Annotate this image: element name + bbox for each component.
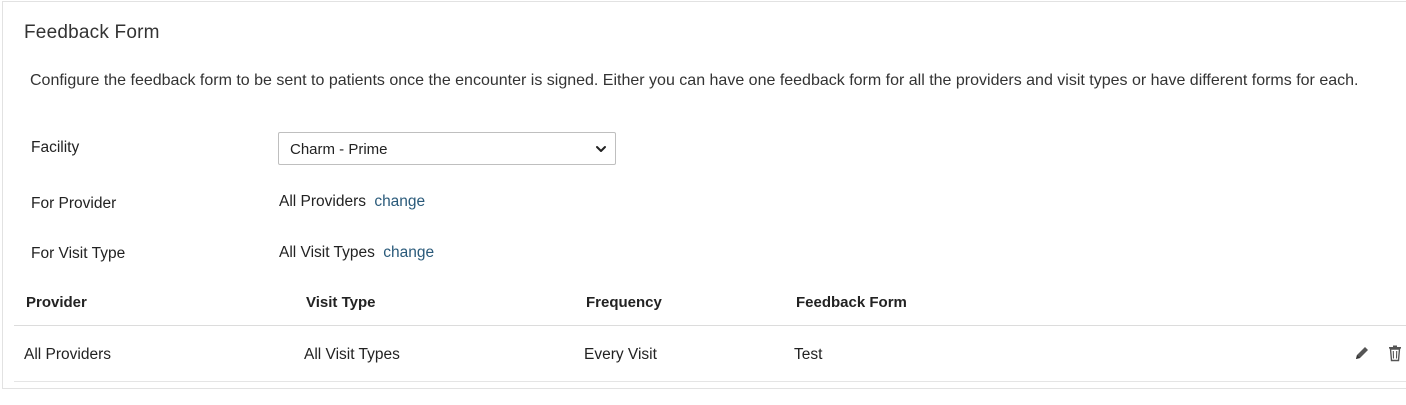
page-title: Feedback Form: [24, 22, 160, 43]
feedback-form-panel: Feedback Form Configure the feedback for…: [2, 1, 1406, 389]
cell-visit-type: All Visit Types: [304, 346, 400, 363]
cell-feedback-form: Test: [794, 346, 823, 363]
facility-label: Facility: [31, 139, 80, 156]
cell-frequency: Every Visit: [584, 346, 657, 363]
change-visit-type-link[interactable]: change: [383, 244, 434, 261]
facility-select-value: Charm - Prime: [290, 141, 388, 158]
column-header-visit-type: Visit Type: [306, 294, 376, 311]
column-header-provider: Provider: [26, 294, 87, 311]
cell-provider: All Providers: [24, 346, 111, 363]
facility-select[interactable]: Charm - Prime: [278, 132, 616, 165]
pencil-icon[interactable]: [1353, 344, 1371, 362]
chevron-down-icon: [596, 146, 606, 152]
provider-label: For Provider: [31, 195, 117, 212]
provider-value-row: All Providers change: [279, 193, 425, 211]
column-header-feedback-form: Feedback Form: [796, 294, 907, 311]
page-description: Configure the feedback form to be sent t…: [30, 72, 1359, 89]
column-header-frequency: Frequency: [586, 294, 662, 311]
visit-type-label: For Visit Type: [31, 245, 126, 262]
row-divider: [14, 381, 1406, 382]
trash-icon[interactable]: [1386, 344, 1404, 362]
change-provider-link[interactable]: change: [374, 193, 425, 210]
header-divider: [14, 325, 1406, 326]
visit-type-value: All Visit Types: [279, 244, 375, 261]
provider-value: All Providers: [279, 193, 366, 210]
visit-type-value-row: All Visit Types change: [279, 244, 434, 262]
